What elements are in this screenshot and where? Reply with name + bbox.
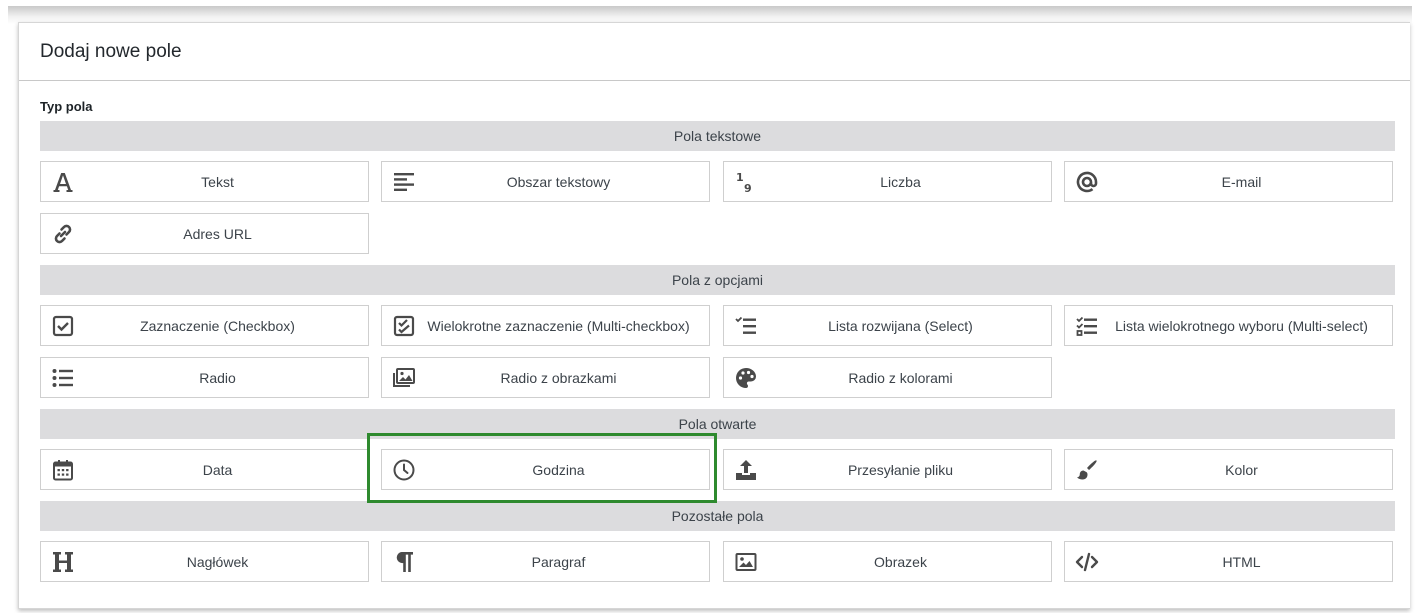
field-type-multi-select-label: Lista wielokrotnego wyboru (Multi-select… <box>1115 317 1368 334</box>
field-type-radio-colors[interactable]: Radio z kolorami <box>723 357 1052 398</box>
field-type-text-label: Tekst <box>201 173 234 190</box>
field-type-color-label: Kolor <box>1225 461 1258 478</box>
paragraph-icon <box>392 550 416 574</box>
field-type-radio[interactable]: Radio <box>40 357 369 398</box>
calendar-icon <box>51 458 75 482</box>
paintbrush-icon <box>1075 458 1099 482</box>
select-list-icon <box>734 314 758 338</box>
field-type-label: Typ pola <box>40 99 93 114</box>
upload-icon <box>734 458 758 482</box>
field-type-checkbox-label: Zaznaczenie (Checkbox) <box>140 317 295 334</box>
field-type-date[interactable]: Data <box>40 449 369 490</box>
field-type-text[interactable]: Tekst <box>40 161 369 202</box>
group-header-other-fields: Pozostałe pola <box>40 501 1395 531</box>
bullet-list-icon <box>51 366 75 390</box>
field-type-image[interactable]: Obrazek <box>723 541 1052 582</box>
text-lines-icon <box>392 170 416 194</box>
group-header-open-fields: Pola otwarte <box>40 409 1395 439</box>
link-icon <box>51 222 75 246</box>
multi-checkbox-icon <box>392 314 416 338</box>
field-type-paragraph[interactable]: Paragraf <box>381 541 710 582</box>
code-icon <box>1075 550 1099 574</box>
field-type-radio-images-label: Radio z obrazkami <box>500 369 617 386</box>
field-type-textarea[interactable]: Obszar tekstowy <box>381 161 710 202</box>
field-type-number-label: Liczba <box>880 173 921 190</box>
clock-icon <box>392 458 416 482</box>
field-type-date-label: Data <box>202 461 233 478</box>
field-type-color[interactable]: Kolor <box>1064 449 1393 490</box>
checkbox-icon <box>51 314 75 338</box>
field-type-html-label: HTML <box>1222 553 1261 570</box>
field-type-radio-colors-label: Radio z kolorami <box>848 369 953 386</box>
field-type-email-label: E-mail <box>1221 173 1262 190</box>
field-type-radio-images[interactable]: Radio z obrazkami <box>381 357 710 398</box>
number-icon: 19 <box>734 170 758 194</box>
field-type-image-label: Obrazek <box>874 553 927 570</box>
field-type-checkbox[interactable]: Zaznaczenie (Checkbox) <box>40 305 369 346</box>
field-type-multi-select[interactable]: Lista wielokrotnego wyboru (Multi-select… <box>1064 305 1393 346</box>
panel-title: Dodaj nowe pole <box>19 23 1410 81</box>
field-type-radio-label: Radio <box>199 369 236 386</box>
image-icon <box>734 550 758 574</box>
field-type-number[interactable]: 19 Liczba <box>723 161 1052 202</box>
field-type-multi-checkbox[interactable]: Wielokrotne zaznaczenie (Multi-checkbox) <box>381 305 710 346</box>
at-sign-icon <box>1075 170 1099 194</box>
field-type-url-label: Adres URL <box>183 225 252 242</box>
group-header-option-fields: Pola z opcjami <box>40 265 1395 295</box>
svg-text:9: 9 <box>744 182 752 194</box>
svg-text:1: 1 <box>736 171 744 184</box>
field-type-heading-label: Nagłówek <box>186 553 249 570</box>
group-header-text-fields: Pola tekstowe <box>40 121 1395 151</box>
field-type-url[interactable]: Adres URL <box>40 213 369 254</box>
field-type-file-upload-label: Przesyłanie pliku <box>847 461 954 478</box>
multi-select-icon <box>1075 314 1099 338</box>
images-icon <box>392 366 416 390</box>
field-type-html[interactable]: HTML <box>1064 541 1393 582</box>
field-type-time[interactable]: Godzina <box>381 449 710 490</box>
palette-icon <box>734 366 758 390</box>
letter-a-icon <box>51 170 75 194</box>
field-type-textarea-label: Obszar tekstowy <box>506 173 611 190</box>
heading-icon <box>51 550 75 574</box>
field-type-heading[interactable]: Nagłówek <box>40 541 369 582</box>
field-type-email[interactable]: E-mail <box>1064 161 1393 202</box>
add-field-panel: Dodaj nowe pole Typ pola Pola tekstowe T… <box>18 22 1410 609</box>
field-type-paragraph-label: Paragraf <box>531 553 586 570</box>
field-type-multi-checkbox-label: Wielokrotne zaznaczenie (Multi-checkbox) <box>427 317 690 334</box>
field-type-select-label: Lista rozwijana (Select) <box>828 317 973 334</box>
field-type-file-upload[interactable]: Przesyłanie pliku <box>723 449 1052 490</box>
field-type-select[interactable]: Lista rozwijana (Select) <box>723 305 1052 346</box>
field-type-time-label: Godzina <box>532 461 585 478</box>
